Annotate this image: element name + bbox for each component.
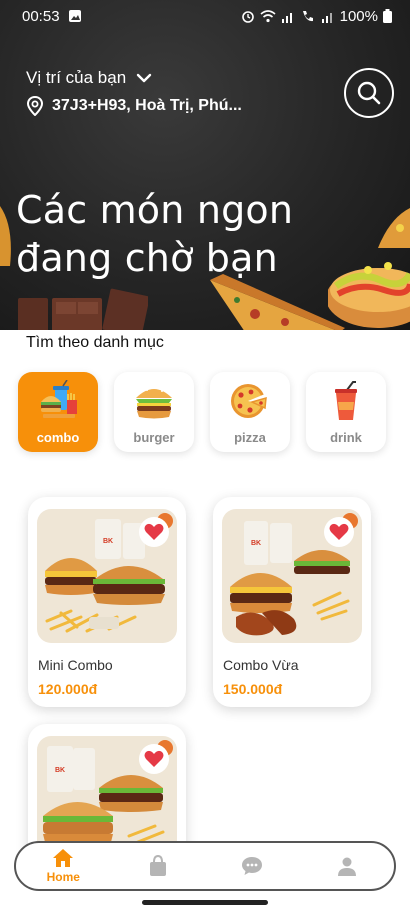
home-icon: [53, 849, 74, 867]
battery-percent: 100%: [339, 7, 378, 25]
status-time: 00:53: [22, 7, 60, 25]
chevron-down-icon: [136, 73, 152, 83]
category-list: combo burger pizza drink: [18, 372, 386, 452]
burger-icon: [136, 387, 172, 419]
product-card-combo-vua[interactable]: BK Combo Vừa 150.000đ: [213, 497, 371, 707]
shopping-bag-icon: [149, 855, 166, 876]
favorite-button[interactable]: [324, 517, 354, 547]
heart-icon: [144, 523, 164, 540]
bottom-navigation: Home: [14, 841, 396, 891]
product-image: BK: [222, 509, 362, 643]
category-label: drink: [330, 430, 362, 445]
location-address-row[interactable]: 37J3+H93, Hoà Trị, Phú...: [26, 96, 242, 116]
category-label: pizza: [234, 430, 266, 445]
pizza-icon: [231, 384, 267, 418]
wifi-icon: [260, 9, 276, 22]
product-price: 120.000đ: [38, 681, 98, 697]
profile-icon: [337, 857, 356, 876]
chat-icon: [242, 857, 263, 875]
signal-icon-2: [321, 12, 332, 23]
alarm-icon: [241, 11, 254, 23]
signal-icon: [281, 12, 292, 23]
hero-banner: 00:53 100% Vị trí của bạn 37J3+H93, Hoà …: [0, 0, 410, 330]
product-price: 150.000đ: [223, 681, 283, 697]
product-card-mini-combo[interactable]: BK Mini Combo 120.000đ: [28, 497, 186, 707]
wifi-call-icon: [302, 11, 313, 22]
favorite-button[interactable]: [139, 744, 169, 774]
product-name: Mini Combo: [38, 657, 113, 673]
drink-icon: [335, 381, 357, 420]
status-bar: 00:53 100%: [0, 0, 410, 32]
gesture-home-indicator[interactable]: [142, 900, 268, 905]
location-selector[interactable]: Vị trí của bạn: [26, 68, 152, 88]
search-icon: [357, 81, 381, 105]
image-notification-icon: [68, 10, 81, 22]
category-section-title: Tìm theo danh mục: [26, 334, 164, 351]
svg-text:BK: BK: [103, 538, 113, 545]
location-address: 37J3+H93, Hoà Trị, Phú...: [52, 97, 242, 114]
category-combo[interactable]: combo: [18, 372, 98, 452]
svg-text:BK: BK: [55, 767, 65, 774]
app-screen: { "status_bar": { "time": "00:53", "batt…: [0, 0, 410, 911]
nav-home-label: Home: [46, 870, 80, 884]
favorite-button[interactable]: [139, 517, 169, 547]
location-pin-icon: [26, 96, 44, 116]
nav-profile[interactable]: [312, 843, 382, 889]
heart-icon: [144, 750, 164, 767]
search-button[interactable]: [344, 68, 394, 118]
category-pizza[interactable]: pizza: [210, 372, 290, 452]
product-image: BK: [37, 509, 177, 643]
hero-title: Các món ngon đang chờ bạn: [16, 188, 294, 280]
category-burger[interactable]: burger: [114, 372, 194, 452]
category-label: burger: [133, 430, 175, 445]
category-label: combo: [36, 430, 80, 445]
chocolate-decoration: [18, 288, 148, 330]
nav-chat[interactable]: [217, 843, 287, 889]
heart-icon: [329, 523, 349, 540]
food-edge-decoration: [0, 206, 11, 266]
battery-icon: [383, 9, 392, 23]
svg-text:BK: BK: [251, 540, 261, 547]
location-label: Vị trí của bạn: [26, 68, 127, 87]
nav-home[interactable]: Home: [28, 843, 98, 889]
product-name: Combo Vừa: [223, 657, 299, 673]
category-drink[interactable]: drink: [306, 372, 386, 452]
nav-cart[interactable]: [123, 843, 193, 889]
combo-icon: [41, 380, 77, 418]
